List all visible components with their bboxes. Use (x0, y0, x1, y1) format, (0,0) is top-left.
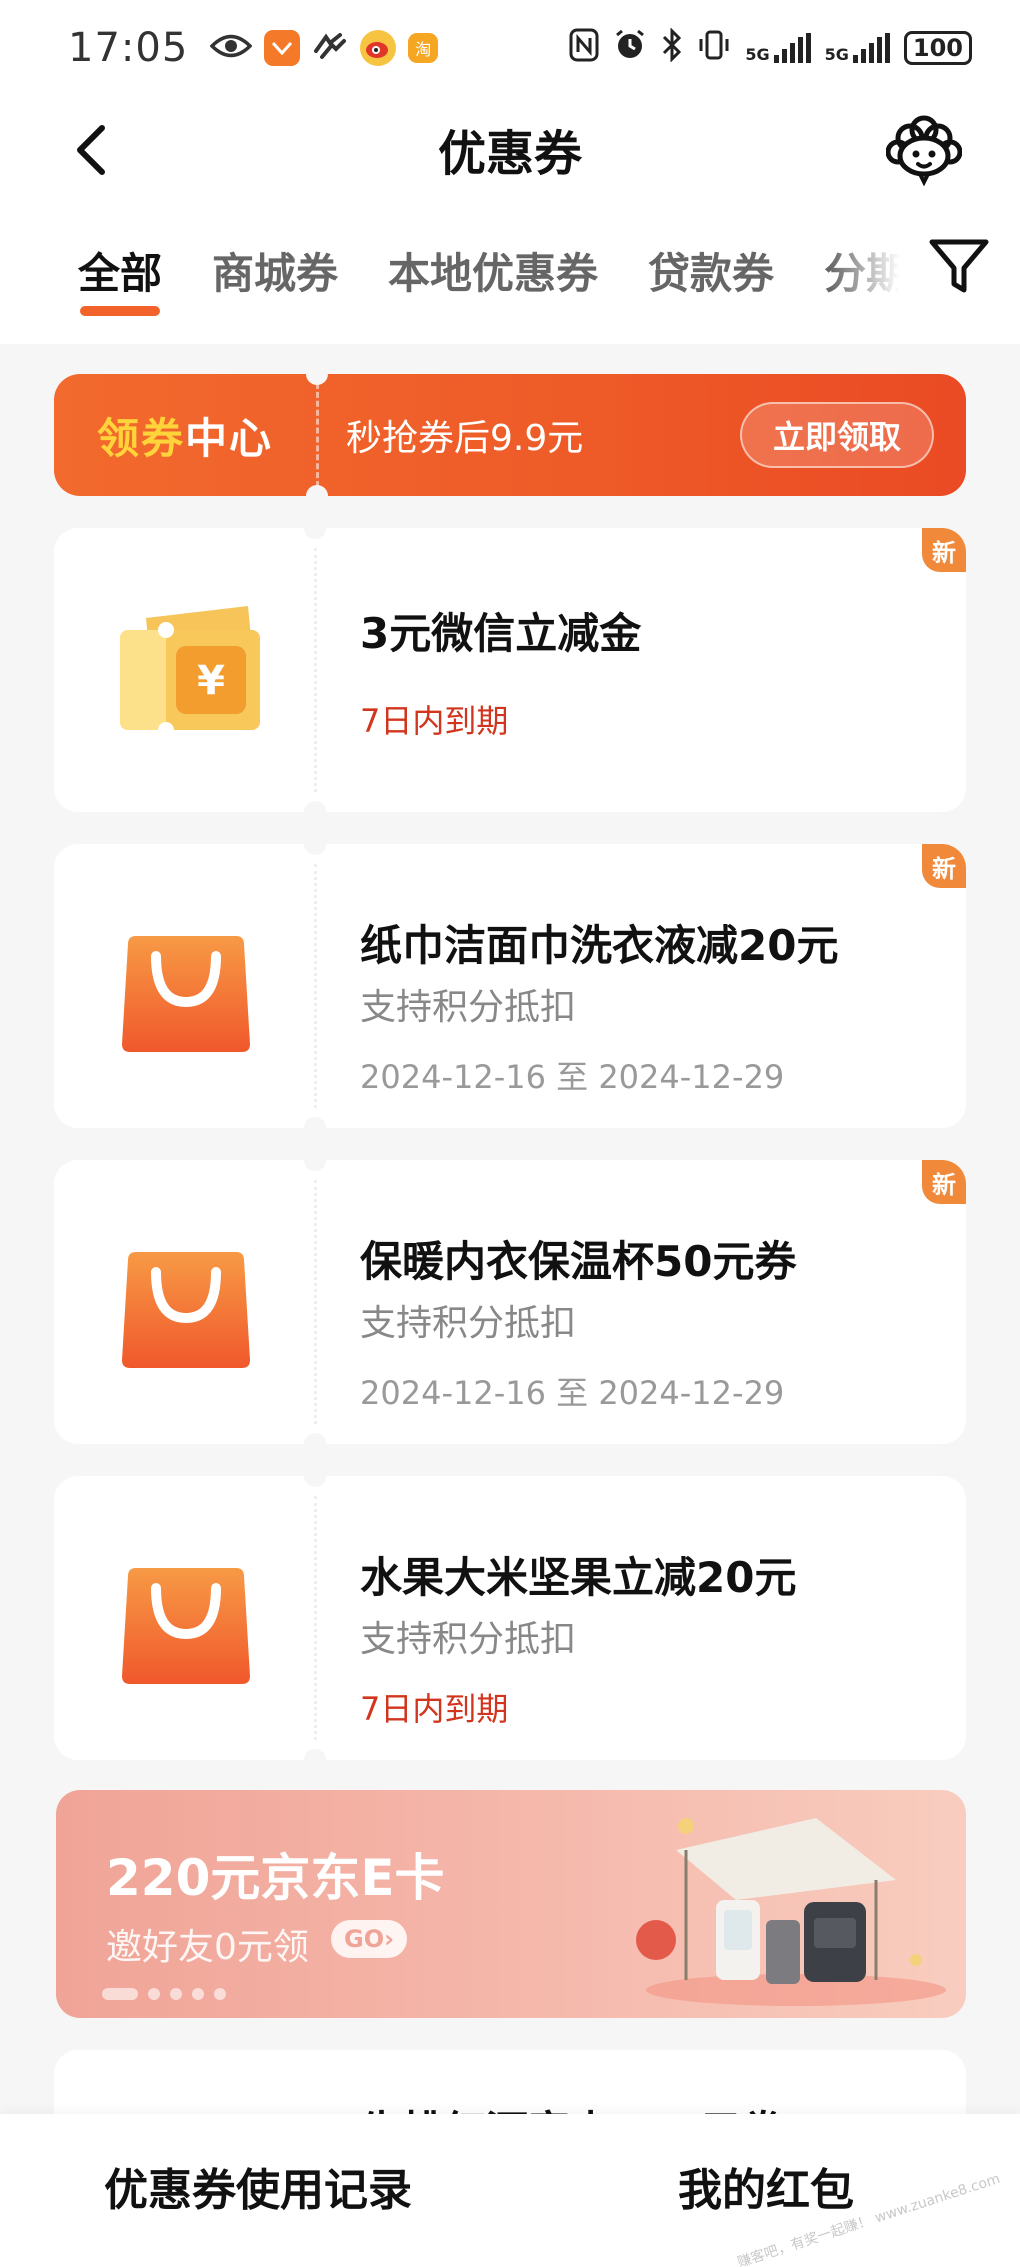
new-badge: 新 (922, 1160, 966, 1204)
bottom-action-bar: 优惠券使用记录 我的红包 (0, 2114, 1020, 2267)
category-tabs: 全部 商城券 本地优惠券 贷款券 分期 (0, 204, 1020, 344)
coupon-notch (304, 1433, 326, 1455)
coupon-points-note: 支持积分抵扣 (360, 1619, 577, 1660)
pinduoduo-icon (312, 31, 348, 65)
system-status: 5G 5G 100 (569, 26, 972, 69)
coupon-points-note: 支持积分抵扣 (360, 987, 577, 1028)
shopping-bag-icon (106, 1222, 266, 1382)
banner-divider (316, 374, 319, 496)
chevron-right-icon: › (384, 1925, 394, 1953)
tab-mall-coupons[interactable]: 商城券 (212, 204, 338, 301)
promo-title: 220元京东E卡 (106, 1849, 445, 1907)
coupon-title: 水果大米坚果立减20元 (360, 1553, 797, 1602)
coupon-divider (314, 548, 317, 792)
cainiao-icon (264, 30, 301, 66)
jd-ecard-promo-banner[interactable]: 220元京东E卡 邀好友0元领 GO › (56, 1790, 966, 2018)
nfc-icon (569, 28, 599, 69)
coupon-notch (304, 1149, 326, 1171)
notification-icons: 淘 (209, 30, 439, 66)
battery-indicator: 100 (903, 31, 972, 65)
tabs-scroll-area[interactable]: 全部 商城券 本地优惠券 贷款券 分期 (0, 204, 900, 344)
cellular-signal-2: 5G (825, 33, 890, 63)
coupon-notch (304, 1117, 326, 1139)
banner-description: 秒抢券后9.9元 (346, 418, 584, 459)
status-bar: 17:05 淘 5G 5G 100 (0, 0, 1020, 96)
new-badge: 新 (922, 844, 966, 888)
filter-icon (929, 239, 989, 293)
vibrate-icon (697, 28, 731, 69)
weibo-icon (360, 30, 397, 66)
shopping-bag-icon (106, 906, 266, 1066)
new-badge: 新 (922, 528, 966, 572)
coupon-notch (304, 1465, 326, 1487)
tab-loan-coupons[interactable]: 贷款券 (648, 204, 774, 301)
claim-now-button[interactable]: 立即领取 (740, 402, 934, 468)
banner-title: 领券 中心 (96, 413, 274, 463)
coupon-history-link[interactable]: 优惠券使用记录 (104, 2154, 412, 2218)
cellular-signal-1: 5G (745, 33, 811, 63)
banner-notch (306, 363, 328, 385)
promo-go-button[interactable]: GO › (331, 1920, 407, 1958)
coupon-card[interactable]: ¥ 3元微信立减金 7日内到期 新 (54, 517, 966, 823)
tab-all[interactable]: 全部 (78, 204, 162, 316)
customer-service-button[interactable] (885, 114, 963, 187)
promo-subtitle: 邀好友0元领 (106, 1927, 309, 1968)
coupon-card[interactable]: 水果大米坚果立减20元 支持积分抵扣 7日内到期 (54, 1465, 966, 1771)
coupon-title: 纸巾洁面巾洗衣液减20元 (360, 921, 839, 970)
bluetooth-icon (661, 26, 683, 69)
svg-text:¥: ¥ (197, 658, 225, 704)
home-appliances-illustration (636, 1818, 946, 2006)
coupon-points-note: 支持积分抵扣 (360, 1303, 577, 1344)
coupon-divider (314, 1496, 317, 1740)
coupon-notch (304, 1749, 326, 1771)
coupon-notch (304, 801, 326, 823)
carousel-indicator (102, 1988, 226, 2000)
alarm-icon (613, 28, 647, 69)
coupon-expiry: 7日内到期 (360, 1690, 509, 1728)
taobao-icon: 淘 (408, 33, 439, 63)
tabs-fade-overlay (830, 204, 900, 344)
coupon-notch (304, 517, 326, 539)
status-time: 17:05 (68, 25, 189, 71)
filter-button[interactable] (924, 230, 994, 300)
banner-notch (306, 485, 328, 507)
tab-local-coupons[interactable]: 本地优惠券 (388, 204, 598, 301)
coupon-title: 保暖内衣保温杯50元券 (360, 1237, 797, 1286)
coupon-divider (314, 1180, 317, 1424)
coupon-expiry: 7日内到期 (360, 702, 509, 740)
coupon-card[interactable]: 纸巾洁面巾洗衣液减20元 支持积分抵扣 2024-12-16 至 2024-12… (54, 833, 966, 1139)
coupon-validity: 2024-12-16 至 2024-12-29 (360, 1374, 785, 1412)
coupon-title: 3元微信立减金 (360, 609, 642, 658)
page-title: 优惠券 (437, 126, 582, 182)
coupon-validity: 2024-12-16 至 2024-12-29 (360, 1058, 785, 1096)
app-header: 优惠券 (0, 96, 1020, 204)
shopping-bag-icon (106, 1538, 266, 1698)
coupon-center-banner[interactable]: 领券 中心 秒抢券后9.9元 立即领取 (54, 363, 966, 507)
customer-service-icon (885, 115, 963, 187)
coupon-divider (314, 864, 317, 1108)
my-red-packets-link[interactable]: 我的红包 (678, 2154, 854, 2218)
coupon-card[interactable]: 保暖内衣保温杯50元券 支持积分抵扣 2024-12-16 至 2024-12-… (54, 1149, 966, 1455)
wechat-voucher-icon: ¥ (106, 590, 266, 750)
coupon-notch (304, 833, 326, 855)
eye-icon (209, 31, 253, 65)
